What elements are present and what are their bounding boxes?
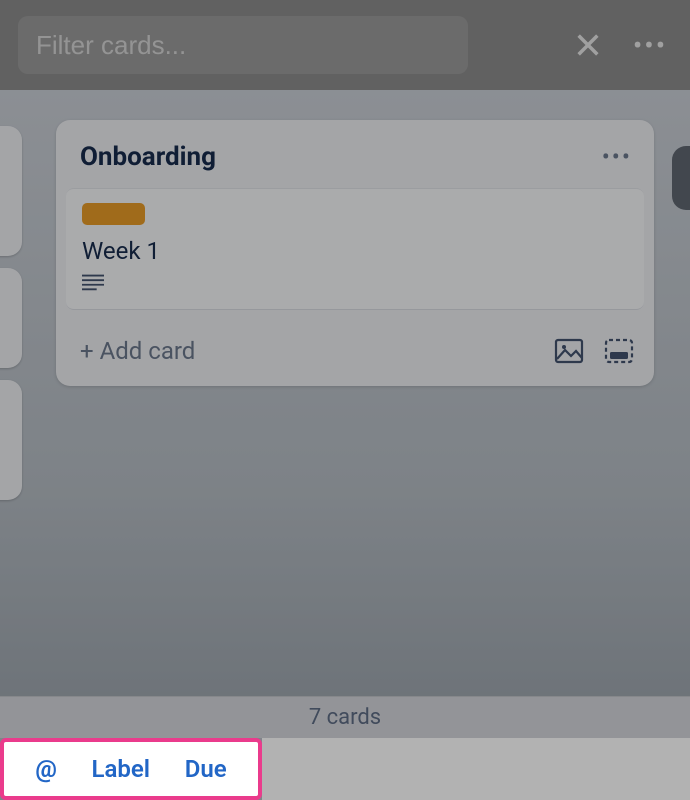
add-card-button[interactable]: + Add card: [80, 337, 536, 365]
list-more-icon[interactable]: •••: [602, 143, 632, 171]
prev-list-peek[interactable]: [0, 380, 22, 500]
list-footer: + Add card: [56, 318, 654, 386]
prev-list-peek[interactable]: [0, 126, 22, 256]
label-button[interactable]: Label: [92, 755, 151, 783]
close-icon[interactable]: [566, 23, 610, 67]
list-onboarding: Onboarding ••• Week 1 + Add card: [56, 120, 654, 386]
list-title[interactable]: Onboarding: [80, 142, 216, 172]
card-label-orange: [82, 203, 145, 225]
description-icon: [82, 273, 628, 295]
bottom-toolbar-rest: [262, 738, 690, 800]
card[interactable]: Week 1: [66, 188, 644, 310]
filter-topbar: •••: [0, 0, 690, 90]
card-count-text: 7 cards: [309, 705, 381, 730]
quick-actions-toolbar: @ Label Due: [0, 738, 262, 800]
board-area: Onboarding ••• Week 1 + Add card: [0, 90, 690, 696]
image-icon[interactable]: [552, 336, 586, 366]
due-button[interactable]: Due: [185, 755, 227, 783]
card-title: Week 1: [82, 237, 628, 265]
more-icon[interactable]: •••: [628, 23, 672, 67]
mention-button[interactable]: @: [35, 755, 57, 783]
prev-list-peek[interactable]: [0, 268, 22, 368]
list-header: Onboarding •••: [56, 120, 654, 188]
card-count-status: 7 cards: [0, 696, 690, 738]
filter-cards-input[interactable]: [18, 16, 468, 74]
template-icon[interactable]: [602, 336, 636, 366]
next-list-peek[interactable]: [672, 146, 690, 210]
